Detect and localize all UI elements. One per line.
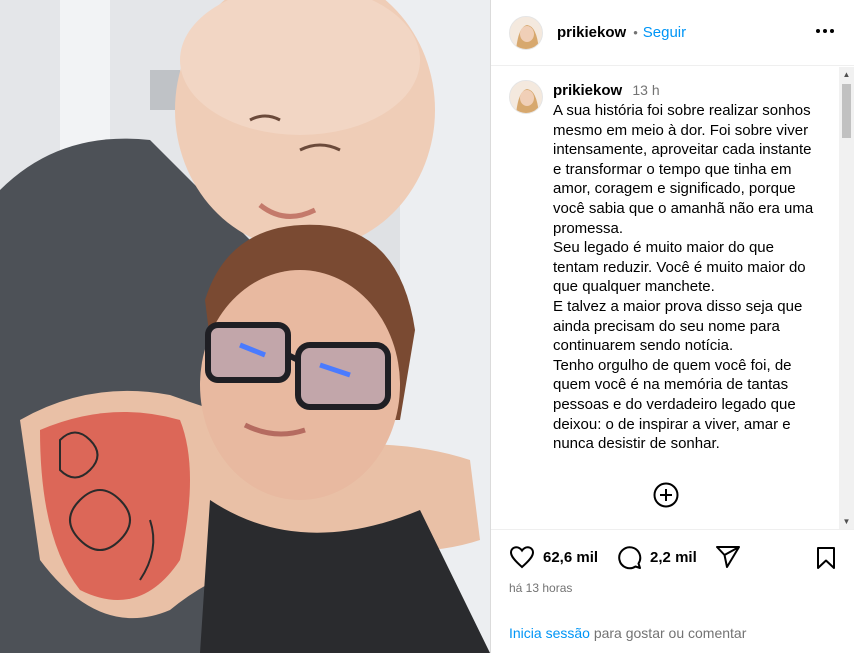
post-header: prikiekow • Seguir bbox=[491, 0, 854, 66]
caption-avatar[interactable] bbox=[509, 80, 543, 114]
share-icon[interactable] bbox=[715, 545, 741, 569]
caption-paragraph: Tenho orgulho de quem você foi, de quem … bbox=[553, 356, 796, 453]
follow-button[interactable]: Seguir bbox=[643, 24, 686, 41]
caption-username[interactable]: prikiekow bbox=[553, 82, 622, 99]
caption-paragraph: Seu legado é muito maior do que tentam r… bbox=[553, 239, 806, 296]
caption-comment: prikiekow 13 h A sua história foi sobre … bbox=[509, 80, 823, 454]
post-time-ago[interactable]: há 13 horas bbox=[509, 581, 572, 595]
share-action[interactable] bbox=[715, 545, 741, 569]
login-prompt: Inicia sessão para gostar ou comentar bbox=[509, 625, 746, 641]
post-side-panel: prikiekow • Seguir prikiekow 13 h A sua … bbox=[490, 0, 854, 653]
post-photo bbox=[0, 0, 490, 653]
separator-dot: • bbox=[633, 25, 638, 40]
comments-scrollbar[interactable]: ▲ ▼ bbox=[839, 67, 854, 529]
comments-area: prikiekow 13 h A sua história foi sobre … bbox=[491, 67, 854, 529]
save-button[interactable] bbox=[815, 546, 837, 575]
scroll-down-arrow-icon[interactable]: ▼ bbox=[839, 514, 854, 529]
caption-text: A sua história foi sobre realizar sonhos… bbox=[553, 101, 823, 454]
bookmark-icon[interactable] bbox=[815, 546, 837, 570]
comment-icon[interactable] bbox=[616, 544, 642, 570]
caption-paragraph: A sua história foi sobre realizar sonhos… bbox=[553, 102, 814, 237]
comment-action[interactable]: 2,2 mil bbox=[616, 544, 697, 570]
comments-count[interactable]: 2,2 mil bbox=[650, 549, 697, 566]
caption-time[interactable]: 13 h bbox=[632, 82, 659, 98]
post-actions: 62,6 mil 2,2 mil há 13 horas Inicia sess… bbox=[491, 529, 854, 653]
login-link[interactable]: Inicia sessão bbox=[509, 625, 590, 641]
heart-icon[interactable] bbox=[509, 545, 535, 569]
scroll-up-arrow-icon[interactable]: ▲ bbox=[839, 67, 854, 82]
likes-count[interactable]: 62,6 mil bbox=[543, 549, 598, 566]
like-action[interactable]: 62,6 mil bbox=[509, 545, 598, 569]
post-username[interactable]: prikiekow bbox=[557, 24, 626, 41]
more-options-icon[interactable] bbox=[815, 21, 835, 41]
login-prompt-text: para gostar ou comentar bbox=[589, 625, 747, 641]
profile-avatar[interactable] bbox=[509, 15, 543, 50]
load-more-comments-icon[interactable] bbox=[652, 481, 680, 509]
scrollbar-thumb[interactable] bbox=[842, 84, 851, 138]
caption-paragraph: E talvez a maior prova disso seja que ai… bbox=[553, 297, 803, 355]
